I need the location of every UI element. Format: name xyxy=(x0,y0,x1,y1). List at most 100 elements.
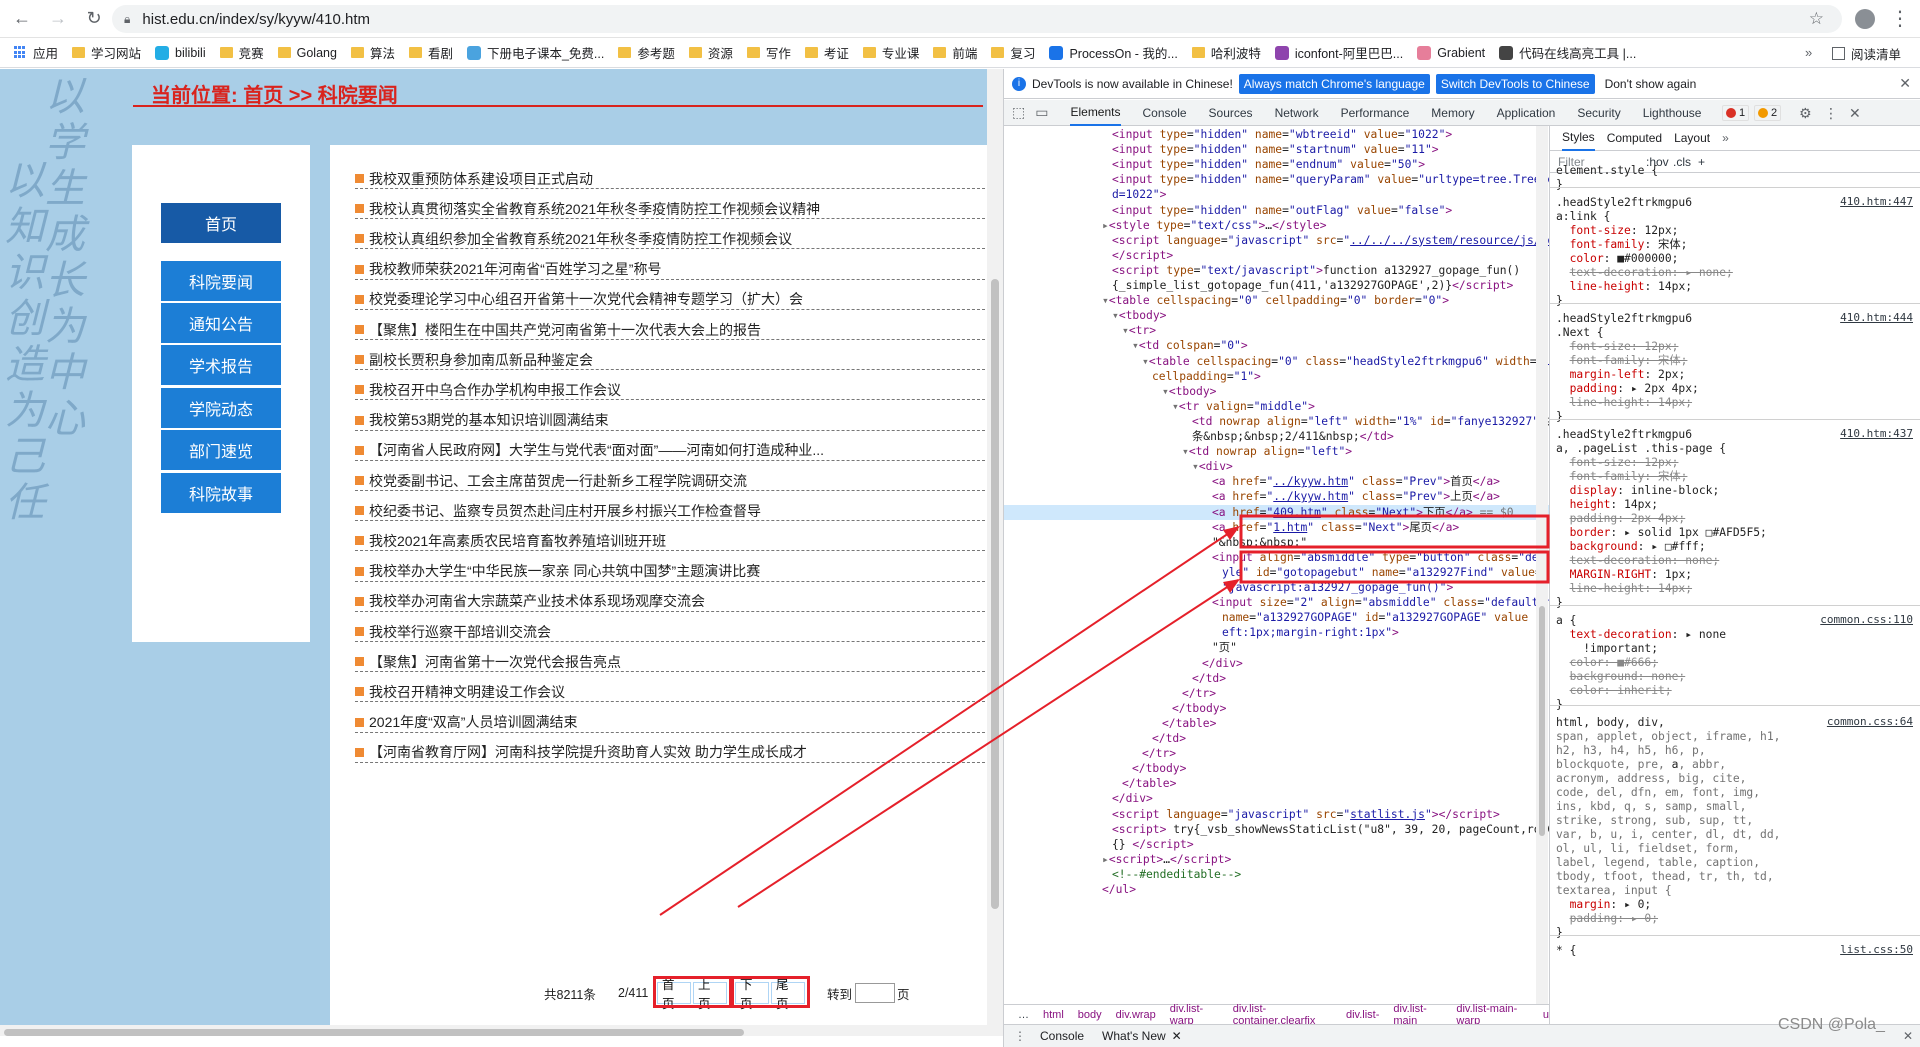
news-item[interactable]: 我校第53期党的基本知识培训圆满结束 xyxy=(355,411,985,431)
style-rule-line[interactable]: font-family: 宋体; xyxy=(1556,353,1688,368)
bookmark-item[interactable]: 参考题 xyxy=(618,43,675,62)
news-title[interactable]: 【聚焦】河南省第十一次党代会报告亮点 xyxy=(369,652,621,672)
style-rule-line[interactable]: } xyxy=(1556,595,1563,610)
dom-node-line[interactable]: eft:1px;margin-right:1px"> xyxy=(1222,625,1399,640)
news-title[interactable]: 副校长贾积身参加南瓜新品种鉴定会 xyxy=(369,350,593,370)
forward-icon[interactable]: → xyxy=(44,5,72,33)
devtools-tab[interactable]: Performance xyxy=(1341,106,1410,120)
dom-node-line[interactable]: <input align="absmiddle" type="button" c… xyxy=(1212,550,1549,565)
url-text[interactable]: hist.edu.cn/index/sy/kyyw/410.htm xyxy=(142,11,370,28)
dont-show-again-link[interactable]: Don't show again xyxy=(1605,77,1697,91)
news-title[interactable]: 校党委副书记、工会主席苗贺虎一行赴新乡工程学院调研交流 xyxy=(369,471,747,491)
bookmark-item[interactable]: Golang xyxy=(277,46,337,60)
dom-node-line[interactable]: </tr> xyxy=(1182,686,1216,701)
style-rule-line[interactable]: padding: ▸ 0; xyxy=(1556,911,1658,926)
dom-node-line[interactable]: ▾<tr> xyxy=(1122,323,1156,338)
news-item[interactable]: 我校举行巡察干部培训交流会 xyxy=(355,622,985,642)
profile-avatar[interactable] xyxy=(1855,9,1875,29)
drawer-tab-whats-new[interactable]: What's New xyxy=(1102,1029,1166,1043)
style-rule-line[interactable]: code, del, dfn, em, font, img, xyxy=(1556,785,1760,800)
dom-node-line[interactable]: <input type="hidden" name="endnum" value… xyxy=(1112,157,1425,172)
breadcrumb-item[interactable]: div.list-warp xyxy=(1170,1003,1219,1027)
reading-list-button[interactable]: 阅读清单 xyxy=(1832,44,1901,63)
drawer-menu-icon[interactable]: ⋮ xyxy=(1014,1029,1026,1043)
news-title[interactable]: 我校举行巡察干部培训交流会 xyxy=(369,622,551,642)
dom-node-line[interactable]: ▾<td nowrap align="left"> xyxy=(1182,444,1352,459)
style-rule-line[interactable]: .headStyle2ftrkmgpu6 xyxy=(1556,311,1692,326)
dom-node-line[interactable]: <script language="javascript" src="../..… xyxy=(1112,233,1549,248)
style-rule-line[interactable]: var, b, u, i, center, dl, dt, dd, xyxy=(1556,827,1780,842)
bookmark-item[interactable]: 前端 xyxy=(933,43,977,62)
dom-node-line[interactable]: <script> try{_vsb_showNewsStaticList("u8… xyxy=(1112,822,1549,837)
news-title[interactable]: 我校举办河南省大宗蔬菜产业技术体系现场观摩交流会 xyxy=(369,591,705,611)
style-rule-line[interactable]: MARGIN-RIGHT: 1px; xyxy=(1556,567,1692,582)
rule-source-link[interactable]: 410.htm:447 xyxy=(1840,195,1913,208)
bookmark-item[interactable]: 哈利波特 xyxy=(1191,43,1261,62)
rule-source-link[interactable]: common.css:110 xyxy=(1820,613,1913,626)
style-rule-line[interactable]: line-height: 14px; xyxy=(1556,279,1692,294)
style-rule-line[interactable]: } xyxy=(1556,925,1563,940)
tab-computed[interactable]: Computed xyxy=(1607,131,1662,145)
style-rule-line[interactable]: .headStyle2ftrkmgpu6 xyxy=(1556,195,1692,210)
dom-node-line[interactable]: ▾<table cellspacing="0" cellpadding="0" … xyxy=(1102,293,1449,308)
dom-node-line[interactable]: "javascript:a132927_gopage_fun()"> xyxy=(1222,580,1453,595)
dom-node-line[interactable]: name="a132927GOPAGE" id="a132927GOPAGE" … xyxy=(1222,610,1549,625)
sidebar-item[interactable]: 科院要闻 xyxy=(161,261,281,301)
breadcrumb-item[interactable]: div.wrap xyxy=(1116,1009,1156,1021)
dom-node-line[interactable]: <!--#endeditable--> xyxy=(1112,867,1241,882)
devtools-tab[interactable]: Console xyxy=(1143,106,1187,120)
news-item[interactable]: 【聚焦】楼阳生在中国共产党河南省第十一次代表大会上的报告 xyxy=(355,320,985,340)
news-title[interactable]: 【河南省教育厅网】河南科技学院提升资助育人实效 助力学生成长成才 xyxy=(369,742,807,762)
close-icon[interactable]: ✕ xyxy=(1899,75,1911,92)
dom-node-line[interactable]: </script> xyxy=(1112,248,1173,263)
dom-node-line[interactable]: 条&nbsp;&nbsp;2/411&nbsp;</td> xyxy=(1192,429,1394,444)
back-icon[interactable]: ← xyxy=(8,5,36,33)
dom-node-line[interactable]: cellpadding="1"> xyxy=(1152,369,1261,384)
bookmark-item[interactable]: 资源 xyxy=(688,43,733,62)
dom-node-line[interactable]: ▾<table cellspacing="0" class="headStyle… xyxy=(1142,354,1549,369)
new-rule-icon[interactable]: + xyxy=(1698,155,1705,169)
dom-node-line[interactable]: <input type="hidden" name="startnum" val… xyxy=(1112,142,1439,157)
dom-node-line[interactable]: <script type="text/javascript">function … xyxy=(1112,263,1520,278)
style-rule-line[interactable]: acronym, address, big, cite, xyxy=(1556,771,1746,786)
dom-node-line[interactable]: d=1022"> xyxy=(1112,187,1166,202)
bookmark-item[interactable]: 写作 xyxy=(746,43,791,62)
sidebar-item[interactable]: 首页 xyxy=(161,203,281,243)
bookmark-item[interactable]: 下册电子课本_免费... xyxy=(466,43,604,62)
breadcrumb-item[interactable]: div.list- xyxy=(1346,1009,1379,1021)
news-item[interactable]: 我校2021年高素质农民培育畜牧养殖培训班开班 xyxy=(355,531,985,552)
tab-layout[interactable]: Layout xyxy=(1674,131,1710,145)
style-rule-line[interactable]: height: 14px; xyxy=(1556,497,1658,512)
bookmark-item[interactable]: 应用 xyxy=(14,43,58,62)
tab-styles[interactable]: Styles xyxy=(1562,126,1595,151)
gear-icon[interactable]: ⚙ xyxy=(1799,105,1812,122)
bookmark-item[interactable]: ProcessOn - 我的... xyxy=(1049,43,1178,62)
dom-node-line[interactable]: {_simple_list_gotopage_fun(411,'a132927G… xyxy=(1112,278,1513,293)
devtools-tab[interactable]: Sources xyxy=(1209,106,1253,120)
news-item[interactable]: 2021年度“双高”人员培训圆满结束 xyxy=(355,713,985,733)
style-rule-line[interactable]: span, applet, object, iframe, h1, xyxy=(1556,729,1780,744)
news-title[interactable]: 我校认真贯彻落实全省教育系统2021年秋冬季疫情防控工作视频会议精神 xyxy=(369,199,820,219)
style-rule-line[interactable]: a { xyxy=(1556,613,1576,628)
style-rule-line[interactable]: margin: ▸ 0; xyxy=(1556,897,1652,912)
style-rule-line[interactable]: text-decoration: ▸ none; xyxy=(1556,265,1733,280)
dom-node-line[interactable]: ▾<td colspan="0"> xyxy=(1132,338,1248,353)
dom-node-line[interactable]: </div> xyxy=(1112,791,1153,806)
news-title[interactable]: 我校第53期党的基本知识培训圆满结束 xyxy=(369,410,609,430)
dom-node-line[interactable]: </tbody> xyxy=(1172,701,1226,716)
bookmark-item[interactable]: 竞赛 xyxy=(219,43,264,62)
style-rule-line[interactable]: element.style { xyxy=(1556,163,1658,178)
style-rule-line[interactable]: font-family: 宋体; xyxy=(1556,237,1688,252)
news-title[interactable]: 2021年度“双高”人员培训圆满结束 xyxy=(369,712,577,732)
bookmark-item[interactable]: 代码在线高亮工具 |... xyxy=(1499,43,1636,62)
breadcrumb-item[interactable]: div.list-container.clearfix xyxy=(1233,1003,1332,1027)
news-title[interactable]: 校党委理论学习中心组召开省第十一次党代会精神专题学习（扩大）会 xyxy=(369,289,803,309)
news-title[interactable]: 我校2021年高素质农民培育畜牧养殖培训班开班 xyxy=(369,531,666,551)
news-item[interactable]: 校党委理论学习中心组召开省第十一次党代会精神专题学习（扩大）会 xyxy=(355,290,985,310)
bookmark-item[interactable]: 看剧 xyxy=(408,43,453,62)
dom-node-line[interactable]: ▾<tbody> xyxy=(1162,384,1216,399)
close-icon[interactable]: ✕ xyxy=(1849,105,1861,122)
dom-node-line[interactable]: <a href="../kyyw.htm" class="Prev">首页</a… xyxy=(1212,474,1500,489)
news-item[interactable]: 我校举办大学生“中华民族一家亲 同心共筑中国梦”主题演讲比赛 xyxy=(355,562,985,582)
news-item[interactable]: 校纪委书记、监察专员贺杰赴闫庄村开展乡村振兴工作检查督导 xyxy=(355,501,985,522)
